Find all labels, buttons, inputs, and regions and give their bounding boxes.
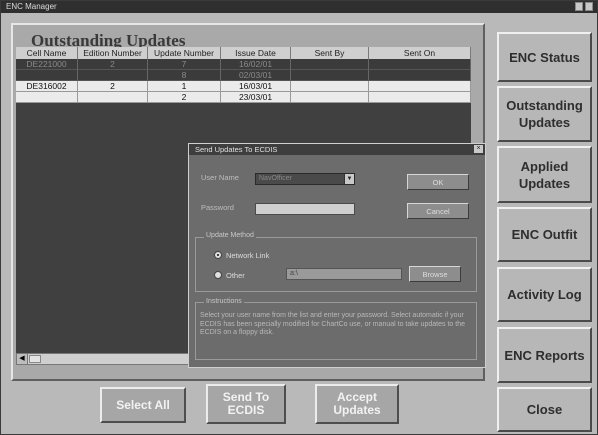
nav-enc-status-label: ENC Status: [509, 49, 580, 65]
table-body: DE221000 2 7 16/02/01 8 02/03/01 DE316002 2 1 16/…: [16, 59, 471, 103]
table-cell: 23/03/01: [221, 92, 291, 103]
send-updates-dialog: Send Updates To ECDIS × User Name NavOff…: [188, 143, 486, 368]
table-cell: [16, 70, 78, 81]
table-cell: 16/03/01: [221, 81, 291, 92]
nav-close-button[interactable]: Close: [497, 387, 592, 432]
table-row[interactable]: 8 02/03/01: [16, 70, 471, 81]
column-header-update-number[interactable]: Update Number: [148, 47, 221, 59]
table-cell: 02/03/01: [221, 70, 291, 81]
column-header-issue-date[interactable]: Issue Date: [221, 47, 291, 59]
column-header-cell-name[interactable]: Cell Name: [16, 47, 78, 59]
table-cell: 2: [148, 92, 221, 103]
instructions-text: Select your user name from the list and …: [200, 312, 465, 336]
chevron-down-icon[interactable]: ▼: [344, 174, 354, 184]
table-row[interactable]: DE221000 2 7 16/02/01: [16, 59, 471, 70]
table-cell: [369, 81, 471, 92]
table-cell: 8: [148, 70, 221, 81]
instructions-label: Instructions: [204, 298, 244, 305]
nav-activity-log-label: Activity Log: [507, 287, 582, 302]
table-cell: [291, 81, 369, 92]
table-cell: [291, 59, 369, 70]
table-header: Cell Name Edition Number Update Number I…: [16, 47, 471, 59]
accept-updates-label-line2: Updates: [333, 403, 381, 417]
nav-enc-outfit-button[interactable]: ENC Outfit: [497, 207, 592, 262]
other-label: Other: [226, 271, 245, 280]
user-name-select[interactable]: NavOfficer ▼: [255, 173, 355, 185]
user-name-value: NavOfficer: [259, 175, 292, 182]
nav-outstanding-updates-button[interactable]: Outstanding Updates: [497, 86, 592, 142]
dialog-title: Send Updates To ECDIS: [195, 145, 278, 154]
nav-close-label: Close: [526, 402, 563, 417]
cancel-button[interactable]: Cancel: [407, 203, 469, 219]
title-bar: ENC Manager: [1, 1, 597, 13]
table-cell: DE316002: [16, 81, 78, 92]
column-header-sent-on[interactable]: Sent On: [369, 47, 471, 59]
table-cell: [369, 70, 471, 81]
other-path-value: a:\: [290, 270, 298, 277]
dialog-title-bar: Send Updates To ECDIS ×: [189, 144, 485, 155]
nav-applied-label-line2: Updates: [518, 175, 571, 191]
nav-activity-log-button[interactable]: Activity Log: [497, 267, 592, 322]
app-window: ENC Manager Outstanding Updates Cell Nam…: [0, 0, 598, 435]
table-row[interactable]: DE316002 2 1 16/03/01: [16, 81, 471, 92]
update-method-label: Update Method: [204, 232, 256, 239]
network-link-label: Network Link: [226, 251, 270, 260]
column-header-sent-by[interactable]: Sent By: [291, 47, 369, 59]
password-input[interactable]: [255, 203, 355, 215]
table-cell: 16/02/01: [221, 59, 291, 70]
table-cell: DE221000: [16, 59, 78, 70]
table-cell: 2: [78, 81, 148, 92]
instructions-group: Instructions Select your user name from …: [195, 298, 477, 360]
ok-button[interactable]: OK: [407, 174, 469, 190]
table-cell: [291, 70, 369, 81]
nav-outstanding-label-line1: Outstanding: [506, 98, 583, 113]
nav-enc-outfit-label: ENC Outfit: [511, 227, 578, 242]
table-cell: [16, 92, 78, 103]
dialog-close-icon[interactable]: ×: [474, 145, 483, 153]
table-row[interactable]: 2 23/03/01: [16, 92, 471, 103]
browse-label: Browse: [422, 269, 448, 279]
send-to-ecdis-button[interactable]: Send To ECDIS: [206, 384, 286, 424]
network-link-radio[interactable]: [214, 251, 222, 259]
select-all-label: Select All: [116, 397, 170, 412]
minimize-button[interactable]: [575, 2, 583, 11]
nav-applied-updates-button[interactable]: Applied Updates: [497, 146, 592, 203]
update-method-group: Update Method Network Link Other a:\ Bro…: [195, 232, 477, 292]
table-cell: 7: [148, 59, 221, 70]
table-cell: 2: [78, 59, 148, 70]
other-radio[interactable]: [214, 271, 222, 279]
select-all-button[interactable]: Select All: [100, 387, 186, 423]
password-label: Password: [201, 203, 234, 212]
table-cell: [291, 92, 369, 103]
column-header-edition-number[interactable]: Edition Number: [78, 47, 148, 59]
scroll-left-arrow-icon[interactable]: ◀: [17, 354, 28, 364]
nav-outstanding-label-line2: Updates: [518, 115, 571, 130]
table-cell: [369, 92, 471, 103]
nav-enc-reports-button[interactable]: ENC Reports: [497, 327, 592, 383]
scrollbar-thumb[interactable]: [29, 355, 41, 363]
table-cell: 1: [148, 81, 221, 92]
window-title: ENC Manager: [6, 2, 57, 11]
other-path-input[interactable]: a:\: [286, 268, 402, 280]
ok-label: OK: [432, 177, 444, 187]
nav-applied-label-line1: Applied: [520, 158, 569, 174]
window-controls: [575, 2, 593, 11]
table-cell: [78, 92, 148, 103]
nav-enc-status-button[interactable]: ENC Status: [497, 32, 592, 82]
table-cell: [78, 70, 148, 81]
accept-updates-button[interactable]: Accept Updates: [315, 384, 399, 424]
nav-enc-reports-label: ENC Reports: [504, 347, 585, 363]
browse-button[interactable]: Browse: [409, 266, 461, 282]
send-to-ecdis-label-line2: ECDIS: [227, 403, 265, 417]
cancel-label: Cancel: [426, 206, 450, 216]
table-cell: [369, 59, 471, 70]
user-name-label: User Name: [201, 173, 239, 182]
close-window-button[interactable]: [585, 2, 593, 11]
